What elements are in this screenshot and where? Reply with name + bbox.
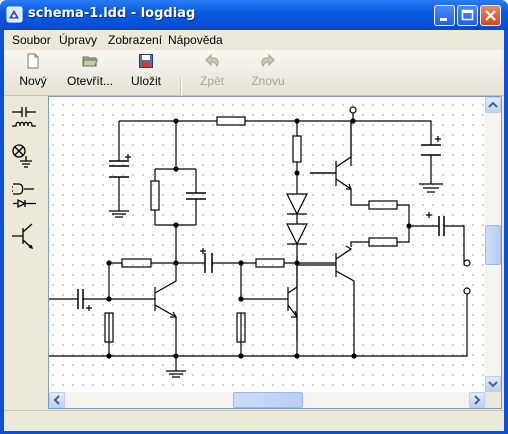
scroll-corner [485,392,501,408]
open-label: Otevřít... [66,74,113,88]
plug-diode-icon[interactable] [10,180,42,210]
arrow-right-icon [474,395,481,405]
menu-bar: Soubor Úpravy Zobrazení Nápověda [4,30,504,50]
undo-icon [205,53,219,68]
scroll-up-button[interactable] [485,97,501,113]
minimize-button[interactable] [434,5,455,26]
arrow-down-icon [488,381,498,388]
undo-label: Zpět [199,74,224,88]
app-window: schema-1.ldd - logdiag Soubor Úpravy Zob… [0,0,508,434]
window-title: schema-1.ldd - logdiag [28,6,196,21]
minimize-icon [440,18,447,21]
undo-button[interactable]: Zpět [194,53,230,93]
new-button[interactable]: Nový [14,53,52,93]
arrow-left-icon [53,395,60,405]
menu-upravy[interactable]: Úpravy [59,33,97,47]
title-bar[interactable]: schema-1.ldd - logdiag [0,0,508,30]
redo-label: Znovu [251,74,285,88]
vertical-scroll-thumb[interactable] [485,225,501,265]
capacitor-inductor-icon[interactable] [10,104,42,134]
transistor-icon[interactable] [10,220,42,250]
maximize-icon [461,9,474,21]
new-label: Nový [19,74,47,88]
menu-napoveda[interactable]: Nápověda [168,33,223,47]
save-button[interactable]: Uložit [126,53,166,93]
terminals [349,106,471,295]
redo-button[interactable]: Znovu [248,53,288,93]
horizontal-scroll-thumb[interactable] [233,392,303,408]
horizontal-scrollbar[interactable] [49,392,485,408]
folder-icon [82,56,98,67]
scroll-left-button[interactable] [49,392,65,408]
scroll-right-button[interactable] [469,392,485,408]
status-bar [4,410,504,431]
close-button[interactable] [480,5,501,26]
maximize-button[interactable] [457,5,478,26]
save-icon [139,54,153,68]
new-document-icon [27,53,39,69]
close-icon [485,10,496,21]
save-label: Uložit [130,74,161,88]
diodes [286,193,308,246]
menu-soubor[interactable]: Soubor [12,33,51,47]
symbol-palette [4,96,48,409]
app-icon [6,6,23,23]
schematic-canvas[interactable] [49,97,485,392]
resistors [104,116,398,343]
lamp-ground-icon[interactable] [10,142,42,172]
transistors [154,121,355,341]
open-button[interactable]: Otevřít... [62,53,118,93]
circuit-diagram[interactable] [49,97,485,392]
canvas-frame [48,96,502,409]
client-area: Soubor Úpravy Zobrazení Nápověda Nový Ot… [4,30,504,431]
toolbar: Nový Otevřít... Uložit Zpět Znovu [4,50,504,106]
vertical-scrollbar[interactable] [485,97,501,392]
wires [49,113,468,378]
scroll-down-button[interactable] [485,376,501,392]
arrow-up-icon [488,101,498,108]
menu-zobrazeni[interactable]: Zobrazení [108,33,162,47]
junctions [106,118,412,359]
redo-icon [261,53,275,68]
polarity-marks [86,136,441,311]
capacitors [77,144,445,309]
